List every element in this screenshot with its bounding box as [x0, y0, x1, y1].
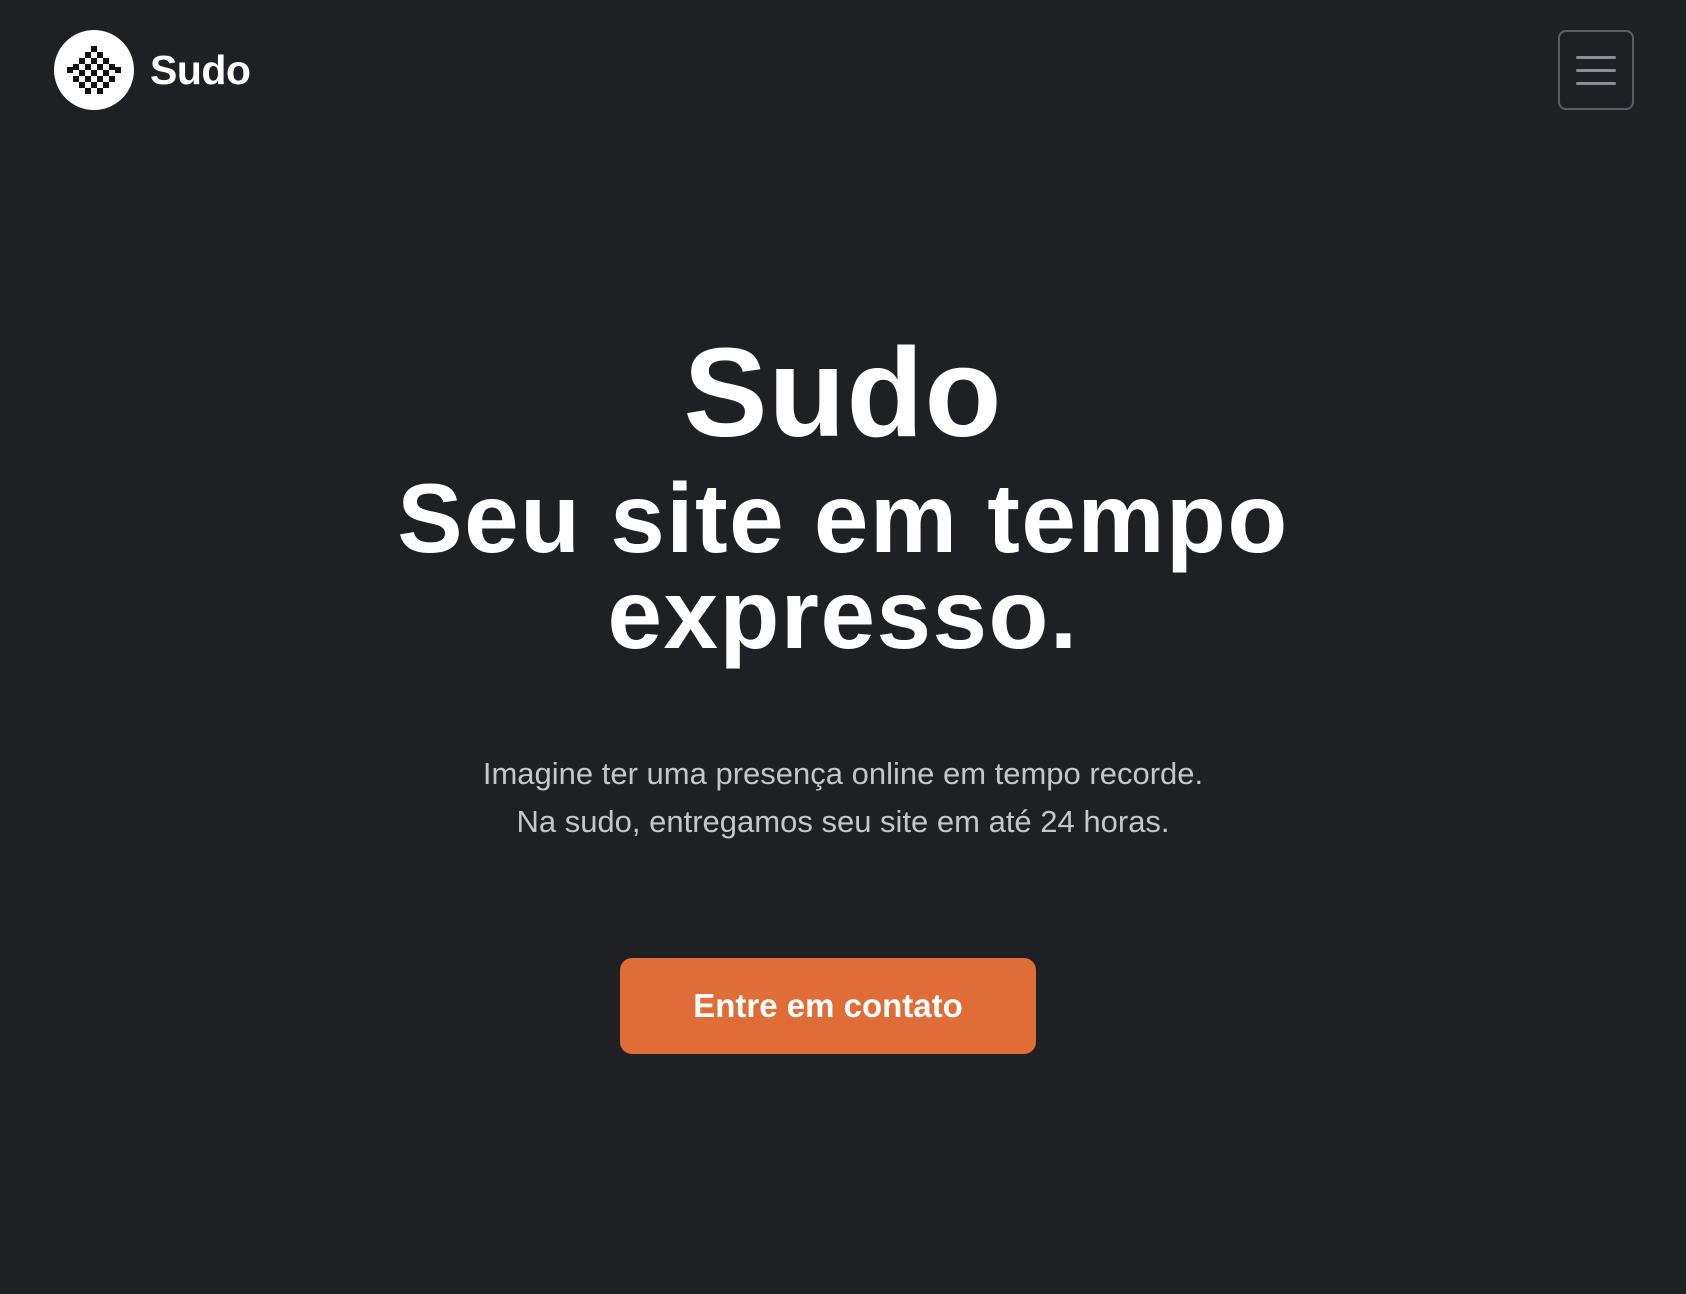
navbar: Sudo	[0, 0, 1686, 140]
hero-title: Sudo	[683, 322, 1003, 463]
hero-lead: Imagine ter uma presença online em tempo…	[0, 750, 1686, 846]
sudo-logo-icon	[54, 30, 134, 110]
page: Sudo Sudo Seu site em tempo expresso. Im…	[0, 0, 1686, 1294]
hero-subtitle: Seu site em tempo expresso.	[0, 469, 1686, 663]
hero-section: Sudo Seu site em tempo expresso. Imagine…	[0, 330, 1686, 846]
hero-lead-line-2: Na sudo, entregamos seu site em até 24 h…	[516, 804, 1170, 839]
contact-button[interactable]: Entre em contato	[620, 958, 1036, 1054]
hero-lead-line-1: Imagine ter uma presença online em tempo…	[482, 756, 1204, 791]
brand-name: Sudo	[150, 46, 251, 93]
hamburger-menu-icon	[1576, 55, 1616, 59]
hero-subtitle-line-1: Seu site em tempo	[397, 463, 1289, 573]
brand-link[interactable]: Sudo	[54, 30, 251, 110]
menu-toggle-button[interactable]	[1558, 30, 1634, 110]
hero-subtitle-line-2: expresso.	[607, 559, 1079, 669]
hamburger-menu-icon-middle	[1576, 68, 1616, 72]
hamburger-menu-icon-bottom	[1576, 81, 1616, 85]
